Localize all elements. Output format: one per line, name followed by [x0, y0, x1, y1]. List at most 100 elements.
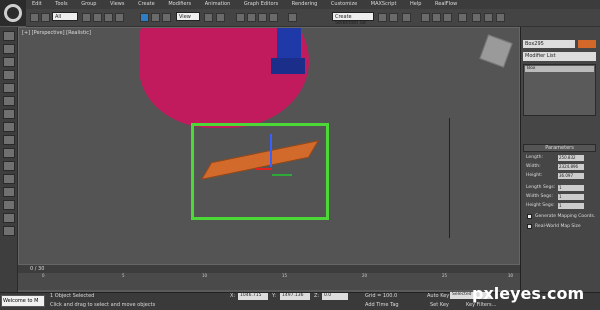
- menu-customize[interactable]: Customize: [331, 1, 357, 7]
- menu-help[interactable]: Help: [410, 1, 421, 7]
- angle-snap-icon[interactable]: [247, 13, 256, 22]
- select-object-icon[interactable]: [82, 13, 91, 22]
- render-production-icon[interactable]: [496, 13, 505, 22]
- x-coord-field[interactable]: 1046.715: [238, 293, 268, 300]
- length-label: Length:: [526, 155, 544, 160]
- tool-icon-2[interactable]: [3, 44, 15, 54]
- viewcube-icon[interactable]: [479, 34, 513, 68]
- tool-icon-10[interactable]: [3, 148, 15, 158]
- main-toolbar: All View Create Selection Se: [26, 9, 600, 27]
- time-slider[interactable]: [18, 265, 520, 273]
- tool-icon-8[interactable]: [3, 122, 15, 132]
- pivot-center-icon[interactable]: [204, 13, 213, 22]
- frame-counter-label: 0 / 30: [30, 266, 45, 272]
- timeline-track[interactable]: 0 5 10 15 20 25 30: [18, 273, 520, 290]
- modifier-list-dropdown[interactable]: Modifier List: [523, 52, 596, 61]
- tool-icon-15[interactable]: [3, 213, 15, 223]
- named-selection-dropdown[interactable]: Create Selection Se: [332, 12, 374, 26]
- perspective-viewport[interactable]: [+] [Perspective] [Realistic]: [18, 27, 520, 265]
- tool-icon-1[interactable]: [3, 31, 15, 41]
- tick-label: 5: [122, 273, 125, 278]
- select-manipulate-icon[interactable]: [216, 13, 225, 22]
- tool-icon-12[interactable]: [3, 174, 15, 184]
- select-rotate-icon[interactable]: [151, 13, 160, 22]
- menu-animation[interactable]: Animation: [205, 1, 231, 7]
- menu-maxscript[interactable]: MAXScript: [371, 1, 397, 7]
- tool-icon-16[interactable]: [3, 226, 15, 236]
- tick-label: 20: [362, 273, 368, 278]
- tool-icon-6[interactable]: [3, 96, 15, 106]
- rect-selection-icon[interactable]: [104, 13, 113, 22]
- mirror-icon[interactable]: [378, 13, 387, 22]
- percent-snap-icon[interactable]: [258, 13, 267, 22]
- z-coord-field[interactable]: 0.0: [322, 293, 348, 300]
- tool-icon-5[interactable]: [3, 83, 15, 93]
- tool-icon-7[interactable]: [3, 109, 15, 119]
- tool-icon-11[interactable]: [3, 161, 15, 171]
- menu-create[interactable]: Create: [138, 1, 155, 7]
- tool-icon-9[interactable]: [3, 135, 15, 145]
- menu-edit[interactable]: Edit: [32, 1, 42, 7]
- height-field[interactable]: 36.097: [558, 173, 584, 179]
- maxscript-listener[interactable]: Welcome to M: [1, 295, 45, 307]
- select-move-icon[interactable]: [140, 13, 149, 22]
- gen-mapping-checkbox[interactable]: [527, 214, 532, 219]
- select-by-name-icon[interactable]: [93, 13, 102, 22]
- graphite-ribbon-icon[interactable]: [421, 13, 430, 22]
- window-crossing-icon[interactable]: [115, 13, 124, 22]
- tool-icon-4[interactable]: [3, 70, 15, 80]
- stack-item-box[interactable]: Box: [525, 66, 594, 72]
- real-world-label: Real-World Map Size: [535, 224, 581, 229]
- tick-label: 0: [42, 273, 45, 278]
- set-key-button[interactable]: Set Key: [430, 302, 449, 308]
- schematic-view-icon[interactable]: [443, 13, 452, 22]
- width-field[interactable]: 2324.896: [558, 164, 584, 170]
- select-scale-icon[interactable]: [162, 13, 171, 22]
- tick-label: 15: [282, 273, 288, 278]
- auto-key-button[interactable]: Auto Key: [427, 293, 449, 299]
- rendered-frame-icon[interactable]: [484, 13, 493, 22]
- length-segs-field[interactable]: 1: [558, 185, 584, 191]
- tool-icon-3[interactable]: [3, 57, 15, 67]
- redo-icon[interactable]: [41, 13, 50, 22]
- selection-filter-dropdown[interactable]: All: [52, 12, 78, 21]
- object-name-field[interactable]: Box295: [523, 40, 575, 48]
- add-time-tag[interactable]: Add Time Tag: [365, 302, 399, 308]
- layer-manager-icon[interactable]: [402, 13, 411, 22]
- blue-figure-legs: [271, 58, 305, 74]
- width-segs-label: Width Segs:: [526, 194, 553, 199]
- edit-named-sel-icon[interactable]: [288, 13, 297, 22]
- parameters-rollout[interactable]: Parameters: [523, 144, 596, 152]
- undo-icon[interactable]: [30, 13, 39, 22]
- menu-modifiers[interactable]: Modifiers: [168, 1, 191, 7]
- menu-bar: Edit Tools Group Views Create Modifiers …: [26, 0, 600, 9]
- tool-icon-13[interactable]: [3, 187, 15, 197]
- menu-graph-editors[interactable]: Graph Editors: [244, 1, 278, 7]
- align-icon[interactable]: [389, 13, 398, 22]
- material-editor-icon[interactable]: [458, 13, 467, 22]
- length-field[interactable]: 250.832: [558, 155, 584, 161]
- curve-editor-icon[interactable]: [432, 13, 441, 22]
- snap-toggle-icon[interactable]: [236, 13, 245, 22]
- menu-views[interactable]: Views: [110, 1, 124, 7]
- object-color-swatch[interactable]: [578, 40, 596, 48]
- height-segs-field[interactable]: 1: [558, 203, 584, 209]
- highlight-rectangle: [191, 123, 329, 220]
- menu-tools[interactable]: Tools: [55, 1, 67, 7]
- height-segs-label: Height Segs:: [526, 203, 555, 208]
- real-world-checkbox[interactable]: [527, 224, 532, 229]
- y-coord-field[interactable]: 1497.136: [280, 293, 310, 300]
- reference-coord-dropdown[interactable]: View: [176, 12, 200, 21]
- tool-icon-14[interactable]: [3, 200, 15, 210]
- menu-realflow[interactable]: RealFlow: [435, 1, 457, 7]
- viewport-label[interactable]: [+] [Perspective] [Realistic]: [22, 30, 91, 36]
- render-setup-icon[interactable]: [472, 13, 481, 22]
- menu-group[interactable]: Group: [81, 1, 96, 7]
- spinner-snap-icon[interactable]: [269, 13, 278, 22]
- app-logo[interactable]: [0, 0, 26, 26]
- width-segs-field[interactable]: 1: [558, 194, 584, 200]
- menu-rendering[interactable]: Rendering: [292, 1, 318, 7]
- length-segs-label: Length Segs:: [526, 185, 556, 190]
- height-label: Height:: [526, 173, 543, 178]
- tripod-model: [449, 118, 479, 238]
